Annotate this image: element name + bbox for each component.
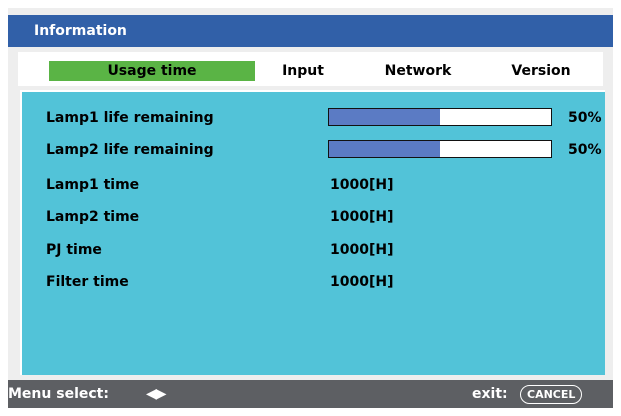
left-right-arrows-icon: ◀▶ (146, 386, 167, 402)
lamp1-life-bar (328, 108, 552, 126)
filter-time-row: Filter time 1000[H] (22, 270, 605, 296)
lamp1-time-value: 1000[H] (330, 177, 394, 193)
title-bar: Information (8, 15, 613, 47)
menu-title: Information (34, 23, 127, 39)
lamp1-life-label: Lamp1 life remaining (46, 110, 214, 126)
filter-time-value: 1000[H] (330, 274, 394, 290)
lamp2-life-row: Lamp2 life remaining 50% (22, 138, 605, 164)
lamp2-life-percent: 50% (568, 142, 602, 158)
pj-time-label: PJ time (46, 242, 102, 258)
lamp1-time-label: Lamp1 time (46, 177, 140, 193)
lamp2-life-label: Lamp2 life remaining (46, 142, 214, 158)
cancel-key-icon[interactable]: CANCEL (520, 385, 583, 404)
lamp2-time-row: Lamp2 time 1000[H] (22, 205, 605, 231)
lamp2-time-value: 1000[H] (330, 209, 394, 225)
lamp2-life-bar-fill (329, 141, 440, 157)
menu-select-label: Menu select: (8, 386, 109, 402)
lamp2-life-bar (328, 140, 552, 158)
information-menu: Information Usage time Input Network Ver… (8, 8, 613, 408)
lamp2-time-label: Lamp2 time (46, 209, 140, 225)
status-bar: Menu select: ◀▶ exit: CANCEL (8, 380, 613, 408)
exit-label: exit: (472, 386, 508, 402)
tab-version[interactable]: Version (502, 61, 580, 81)
lamp1-life-row: Lamp1 life remaining 50% (22, 106, 605, 132)
pj-time-value: 1000[H] (330, 242, 394, 258)
tab-usage-time[interactable]: Usage time (49, 61, 255, 81)
lamp1-life-bar-fill (329, 109, 440, 125)
tab-bar: Usage time Input Network Version (18, 52, 603, 86)
lamp1-life-percent: 50% (568, 110, 602, 126)
lamp1-time-row: Lamp1 time 1000[H] (22, 173, 605, 199)
tab-input[interactable]: Input (273, 61, 333, 81)
usage-time-panel: Lamp1 life remaining 50% Lamp2 life rema… (20, 90, 605, 375)
filter-time-label: Filter time (46, 274, 129, 290)
pj-time-row: PJ time 1000[H] (22, 238, 605, 264)
tab-network[interactable]: Network (378, 61, 458, 81)
